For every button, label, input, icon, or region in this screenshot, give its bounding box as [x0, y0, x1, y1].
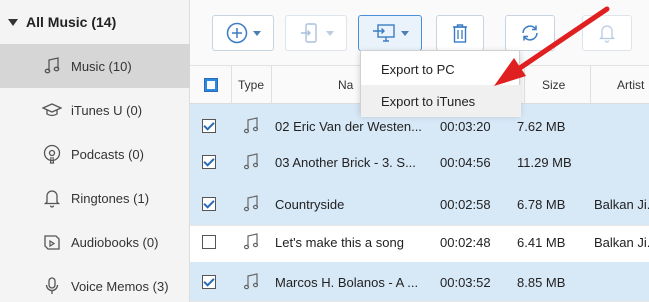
- device-transfer-button[interactable]: [285, 15, 347, 51]
- song-artist: Balkan Ji...: [594, 234, 649, 250]
- song-time: 00:03:52: [440, 274, 491, 290]
- table-row[interactable]: Marcos H. Bolanos - A ... 00:03:52 8.85 …: [190, 262, 649, 302]
- sidebar-item-ringtones[interactable]: Ringtones (1): [0, 176, 190, 220]
- export-to-computer-icon: [372, 24, 395, 42]
- add-button[interactable]: [212, 15, 274, 51]
- sidebar-item-voice-memos[interactable]: Voice Memos (3): [0, 264, 190, 302]
- table-row[interactable]: 03 Another Brick - 3. S... 00:04:56 11.2…: [190, 140, 649, 184]
- music-note-icon: [243, 195, 259, 212]
- row-checkbox[interactable]: [202, 197, 216, 211]
- select-all-checkbox[interactable]: [203, 78, 218, 92]
- sidebar-item-music[interactable]: Music (10): [0, 44, 190, 88]
- song-time: 00:02:48: [440, 234, 491, 250]
- sidebar-item-label: Podcasts (0): [71, 146, 144, 162]
- trash-icon: [453, 24, 467, 43]
- music-note-icon: [243, 273, 259, 290]
- book-icon: [44, 235, 60, 250]
- graduation-cap-icon: [42, 103, 62, 117]
- phone-transfer-icon: [300, 23, 317, 43]
- music-note-icon: [243, 117, 259, 134]
- podcast-icon: [43, 144, 61, 164]
- plus-circle-icon: [226, 22, 247, 44]
- row-checkbox[interactable]: [202, 275, 216, 289]
- row-checkbox[interactable]: [202, 235, 216, 249]
- song-size: 11.29 MB: [517, 154, 572, 170]
- bell-icon: [43, 190, 61, 208]
- sidebar-item-label: Music (10): [71, 58, 132, 74]
- red-arrow-annotation: [494, 6, 610, 86]
- all-music-label: All Music (14): [26, 14, 117, 30]
- sidebar-item-audiobooks[interactable]: Audiobooks (0): [0, 220, 190, 264]
- sidebar-item-label: Ringtones (1): [71, 190, 150, 206]
- sidebar-item-podcasts[interactable]: Podcasts (0): [0, 132, 190, 176]
- sidebar-item-label: iTunes U (0): [71, 102, 143, 118]
- sidebar-item-label: Voice Memos (3): [71, 278, 169, 294]
- song-artist: [594, 262, 649, 302]
- select-all-column: [190, 66, 232, 104]
- row-checkbox[interactable]: [202, 119, 216, 133]
- music-note-icon: [44, 57, 60, 74]
- column-type[interactable]: Type: [232, 66, 272, 104]
- export-button[interactable]: [358, 15, 422, 51]
- microphone-icon: [45, 277, 59, 294]
- song-size: 6.41 MB: [517, 234, 566, 250]
- chevron-down-icon: [400, 30, 409, 36]
- music-note-icon: [243, 233, 259, 250]
- sidebar: All Music (14) Music (10) iTunes U (0) P…: [0, 0, 190, 302]
- table-row[interactable]: Let's make this a song 00:02:48 6.41 MB …: [190, 220, 649, 264]
- music-note-icon: [243, 153, 259, 170]
- row-checkbox[interactable]: [202, 155, 216, 169]
- sidebar-item-itunes-u[interactable]: iTunes U (0): [0, 88, 190, 132]
- column-name-label: Na: [338, 78, 354, 92]
- caret-down-icon: [8, 18, 18, 26]
- chevron-down-icon: [252, 30, 261, 36]
- all-music-header[interactable]: All Music (14): [0, 0, 190, 44]
- delete-button[interactable]: [436, 15, 484, 51]
- song-artist: [594, 140, 649, 184]
- chevron-down-icon: [325, 30, 334, 36]
- song-name: Let's make this a song: [275, 234, 404, 250]
- song-size: 8.85 MB: [517, 274, 566, 290]
- column-type-label: Type: [238, 78, 265, 92]
- song-name: 03 Another Brick - 3. S...: [275, 154, 416, 170]
- song-name: Marcos H. Bolanos - A ...: [275, 274, 419, 290]
- song-time: 00:04:56: [440, 154, 491, 170]
- sidebar-item-label: Audiobooks (0): [71, 234, 159, 250]
